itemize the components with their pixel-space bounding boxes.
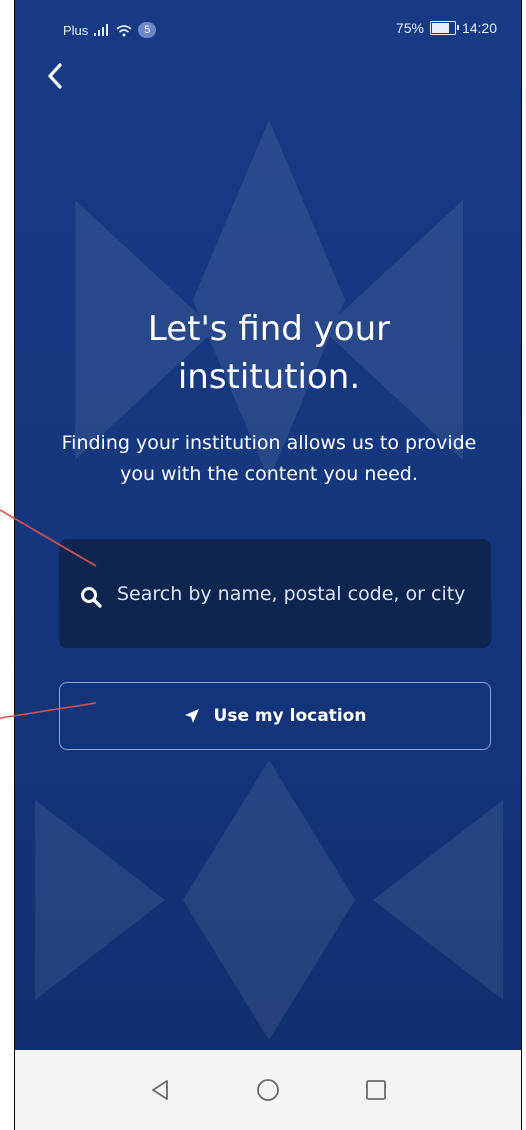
phone-frame: Plus 5 75% 14:20 Let's find your institu… [14, 0, 522, 1130]
status-right: 75% 14:20 [396, 20, 497, 36]
nav-back-button[interactable] [138, 1068, 182, 1112]
notification-badge: 5 [138, 22, 157, 38]
nav-home-button[interactable] [246, 1068, 290, 1112]
chevron-left-icon [48, 63, 62, 89]
recents-square-icon [366, 1080, 386, 1100]
page: Plus 5 75% 14:20 Let's find your institu… [0, 0, 526, 1130]
status-left: Plus 5 [63, 22, 157, 38]
page-title: Let's find your institution. [15, 305, 521, 401]
background-pattern [35, 120, 503, 1040]
signal-icon [94, 24, 109, 36]
system-nav-bar [15, 1050, 521, 1130]
battery-percent: 75% [395, 20, 424, 36]
app-screen: Plus 5 75% 14:20 Let's find your institu… [15, 0, 521, 1050]
page-subtitle: Finding your institution allows us to pr… [61, 432, 477, 485]
use-my-location-label: Use my location [213, 706, 367, 726]
status-bar: Plus 5 75% 14:20 [15, 0, 521, 56]
search-icon [81, 586, 102, 608]
nav-recents-button[interactable] [354, 1068, 398, 1112]
search-placeholder: Search by name, postal code, or city [117, 582, 466, 605]
location-arrow-icon [184, 709, 199, 723]
carrier-name: Plus [63, 22, 89, 38]
home-circle-icon [257, 1079, 279, 1101]
wifi-icon [116, 24, 132, 36]
page-title-line-1: Let's find your [147, 309, 391, 349]
institution-search-input[interactable]: Search by name, postal code, or city [59, 539, 491, 648]
back-button[interactable] [35, 56, 75, 96]
back-triangle-icon [152, 1080, 168, 1100]
battery-icon [429, 21, 459, 35]
use-my-location-button[interactable]: Use my location [59, 682, 491, 750]
clock-time: 14:20 [461, 20, 497, 36]
page-title-line-2: institution. [177, 357, 361, 397]
